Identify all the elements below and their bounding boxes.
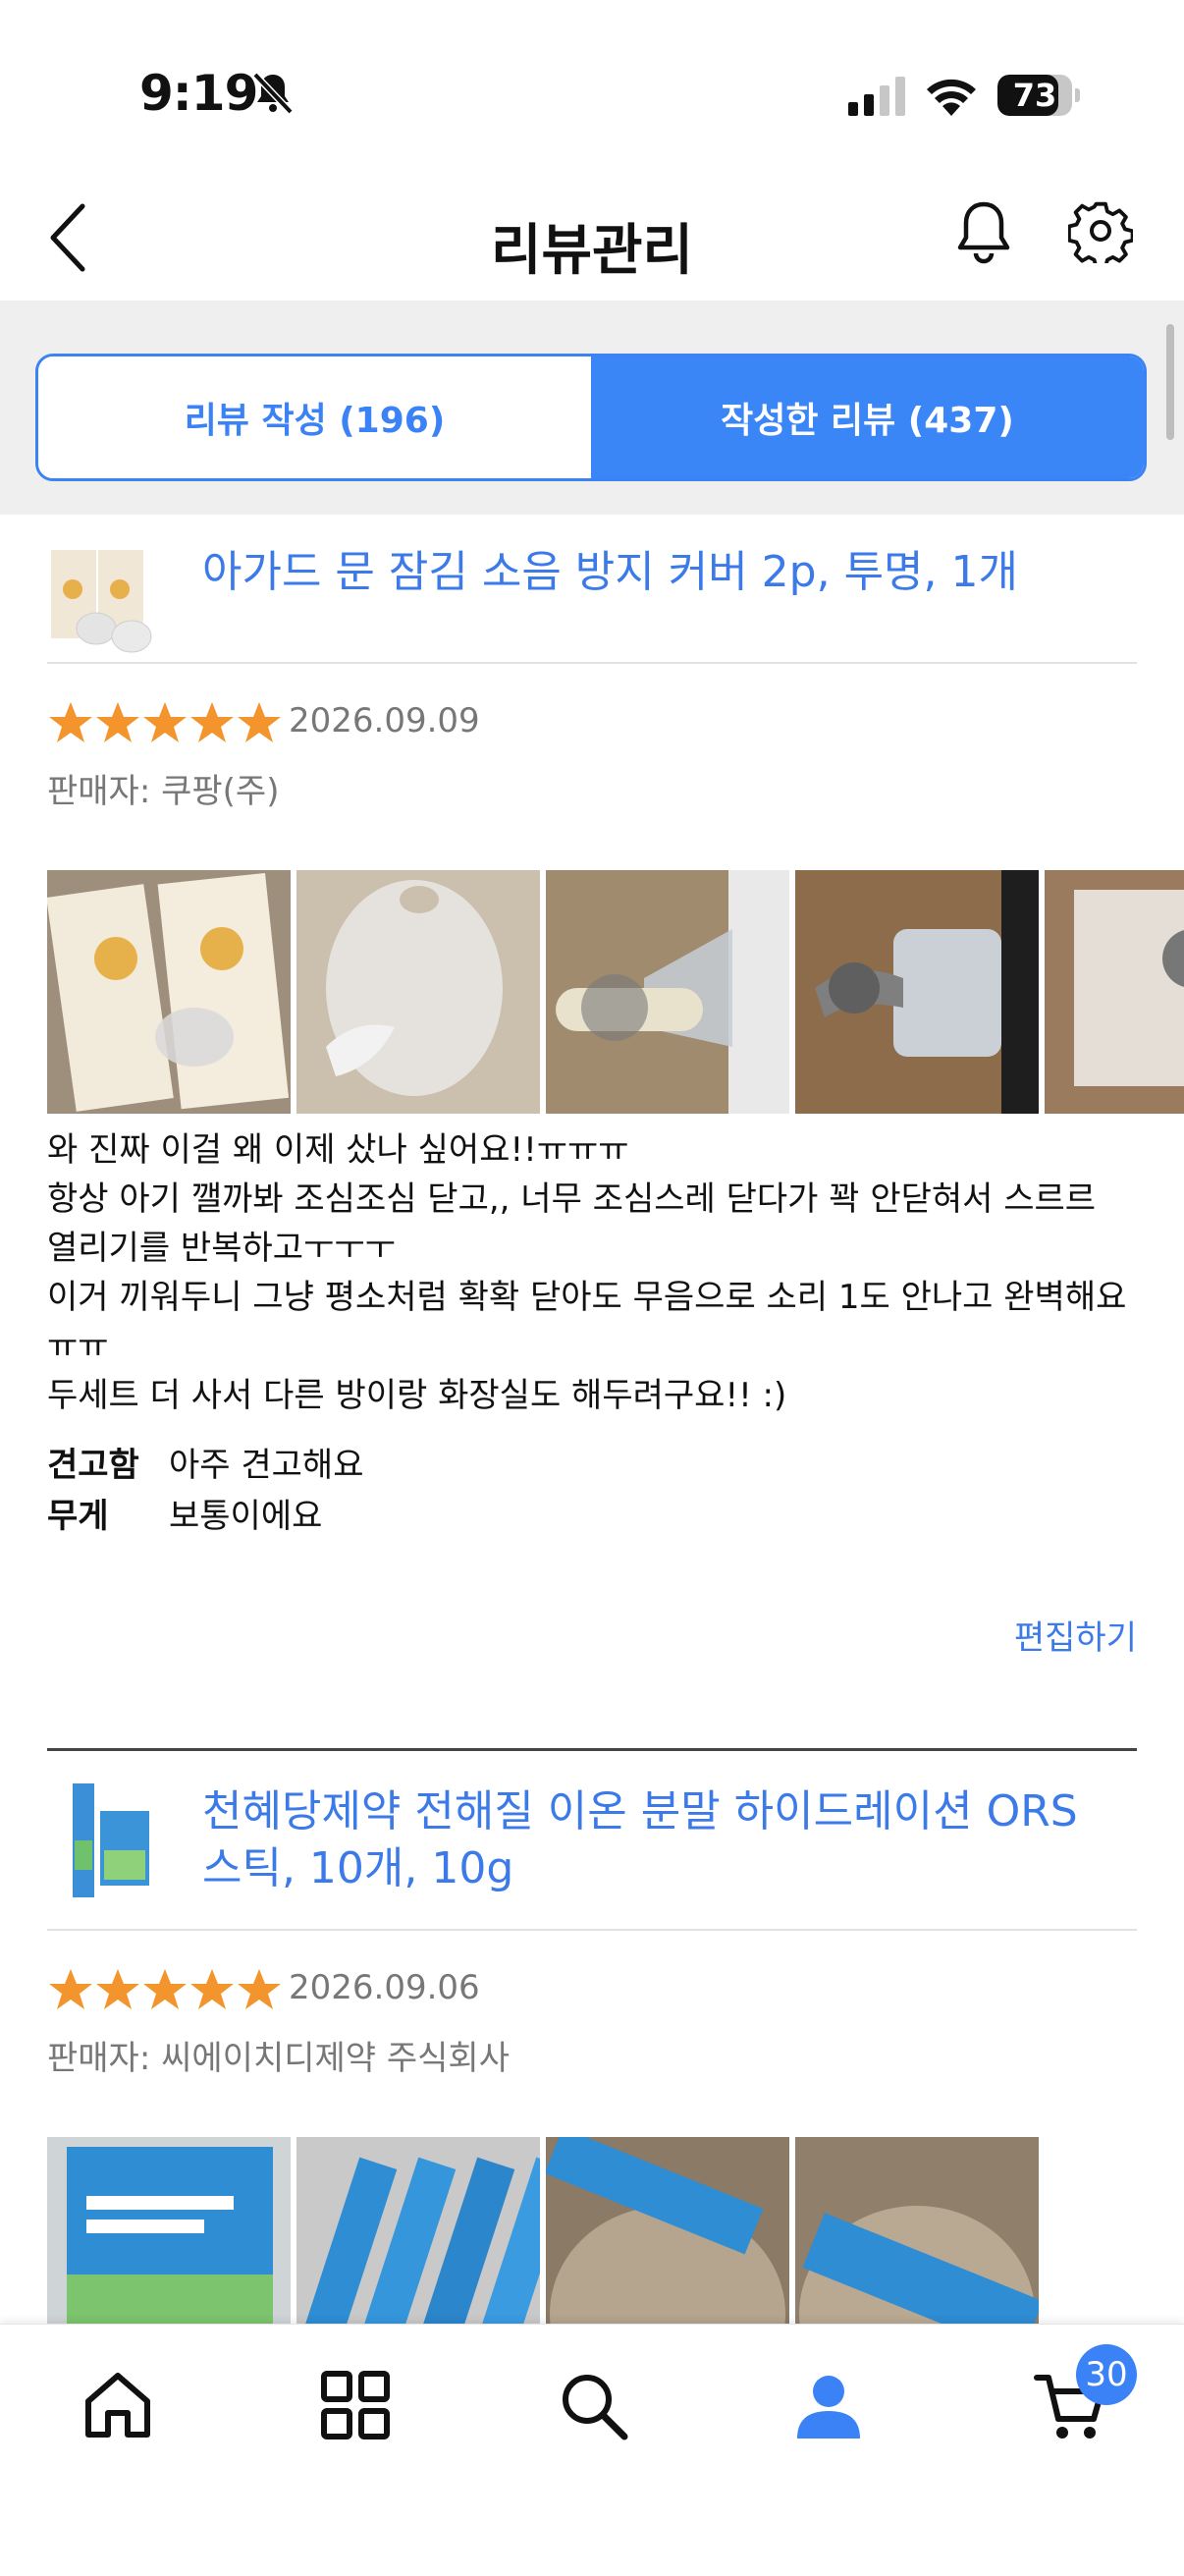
review-photo[interactable] <box>795 870 1039 1114</box>
attribute-row: 무게 보통이에요 <box>47 1491 1137 1542</box>
attribute-row: 견고함 아주 견고해요 <box>47 1440 1137 1491</box>
review-date: 2026.09.06 <box>289 1968 480 2007</box>
header: 리뷰관리 <box>0 177 1184 301</box>
search-icon[interactable] <box>556 2368 630 2442</box>
rating-row: 2026.09.06 <box>47 1954 1137 2033</box>
status-time: 9:19 <box>139 65 258 122</box>
status-bar: 9:19 73 <box>0 0 1184 177</box>
my-page-icon[interactable] <box>791 2368 866 2442</box>
review-card: 아가드 문 잠김 소음 방지 커버 2p, 투명, 1개 2026.09.09 … <box>47 515 1184 1658</box>
attribute-key: 견고함 <box>47 1446 139 1485</box>
star-icon <box>96 702 139 742</box>
review-photo[interactable] <box>1045 870 1184 1114</box>
review-text: 와 진짜 이걸 왜 이제 샀나 싶어요!!ㅠㅠㅠ 항상 아기 깰까봐 조심조심 … <box>47 1130 1127 1415</box>
star-icon <box>238 1969 281 2009</box>
attribute-value: 아주 견고해요 <box>169 1446 364 1485</box>
product-row[interactable]: 천혜당제약 전해질 이온 분말 하이드레이션 ORS 스틱, 10개, 10g <box>47 1752 1137 1931</box>
review-divider <box>47 1748 1137 1751</box>
attribute-value: 보통이에요 <box>169 1497 323 1536</box>
seller-name: 판매자: 씨에이치디제약 주식회사 <box>47 2039 510 2078</box>
star-icon <box>96 1969 139 2009</box>
bottom-navigation: 30 <box>0 2324 1184 2576</box>
notification-bell-icon[interactable] <box>954 198 1013 267</box>
star-icon <box>49 1969 92 2009</box>
review-attributes: 견고함 아주 견고해요 무게 보통이에요 <box>47 1440 1137 1542</box>
cellular-signal-icon <box>848 77 905 116</box>
review-tabs: 리뷰 작성 (196) 작성한 리뷰 (437) <box>35 354 1147 481</box>
categories-icon[interactable] <box>318 2368 393 2442</box>
wifi-icon <box>927 79 976 116</box>
product-thumbnail[interactable] <box>47 542 163 658</box>
review-photo[interactable] <box>296 870 540 1114</box>
star-icon <box>238 702 281 742</box>
star-icon <box>49 702 92 742</box>
battery-level: 73 <box>1012 77 1057 114</box>
edit-review-link[interactable]: 편집하기 <box>1014 1611 1137 1659</box>
settings-gear-icon[interactable] <box>1068 198 1133 263</box>
review-date: 2026.09.09 <box>289 701 480 740</box>
seller-name: 판매자: 쿠팡(주) <box>47 772 280 811</box>
star-rating <box>47 1966 283 2013</box>
star-icon <box>190 1969 234 2009</box>
attribute-key: 무게 <box>47 1497 109 1536</box>
product-name[interactable]: 천혜당제약 전해질 이온 분말 하이드레이션 ORS 스틱, 10개, 10g <box>202 1783 1125 1897</box>
star-rating <box>47 699 283 746</box>
tab-write-review[interactable]: 리뷰 작성 (196) <box>38 356 591 478</box>
star-icon <box>143 1969 187 2009</box>
review-photo[interactable] <box>47 870 291 1114</box>
bell-off-icon <box>252 72 294 115</box>
star-icon <box>143 702 187 742</box>
scrollbar[interactable] <box>1166 324 1174 440</box>
product-thumbnail[interactable] <box>47 1781 163 1897</box>
star-icon <box>190 702 234 742</box>
product-row[interactable]: 아가드 문 잠김 소음 방지 커버 2p, 투명, 1개 <box>47 515 1137 664</box>
tab-written-reviews[interactable]: 작성한 리뷰 (437) <box>591 356 1144 478</box>
home-icon[interactable] <box>81 2368 155 2442</box>
review-photo[interactable] <box>546 870 789 1114</box>
product-name[interactable]: 아가드 문 잠김 소음 방지 커버 2p, 투명, 1개 <box>202 544 1125 601</box>
battery-icon: 73 <box>997 75 1080 116</box>
photo-strip <box>47 870 1184 1116</box>
cart-count-badge: 30 <box>1076 2344 1137 2405</box>
rating-row: 2026.09.09 <box>47 687 1137 766</box>
tabs-band: 리뷰 작성 (196) 작성한 리뷰 (437) <box>0 301 1184 515</box>
